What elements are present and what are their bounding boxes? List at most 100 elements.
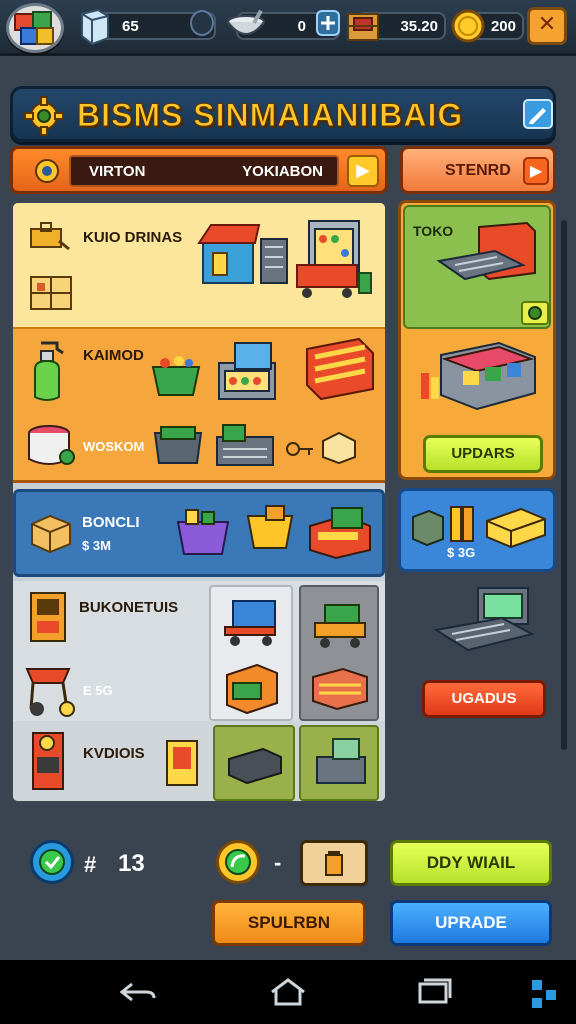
category-kvdiois[interactable]: KVDIOIS	[13, 721, 385, 801]
leaf-icon	[225, 849, 251, 875]
food-tray-icon	[312, 667, 368, 711]
crate-icon	[153, 426, 203, 464]
upgrade-main-button[interactable]: UPRADE	[390, 900, 552, 946]
cart-icon	[246, 505, 294, 549]
vending-machine-icon	[166, 740, 198, 786]
scrollbar[interactable]	[561, 220, 567, 750]
recents-icon[interactable]	[414, 976, 454, 1008]
avatar[interactable]	[6, 3, 64, 53]
buy-button[interactable]: DDY WIAIL	[390, 840, 552, 886]
stand-button[interactable]: STENRD ▶	[400, 146, 556, 194]
add-resource-button[interactable]	[190, 10, 214, 36]
ice-cube-icon	[76, 6, 112, 46]
spulrbn-button[interactable]: SPULRBN	[212, 900, 366, 946]
category-kaimod[interactable]: KAIMOD WOSKOM	[13, 327, 385, 483]
register-machine-icon	[316, 738, 366, 784]
filter-bar[interactable]: VIRTON YOKIABON ▶	[10, 146, 388, 194]
separator-dash: -	[274, 850, 282, 875]
coin-button[interactable]	[216, 840, 260, 884]
vendor-cart-icon	[314, 604, 366, 648]
add-resource-button[interactable]	[316, 10, 340, 36]
back-icon[interactable]	[118, 976, 158, 1008]
resource-value: 35.20	[400, 18, 438, 35]
basket-icon	[151, 356, 201, 396]
chevron-glyph: ▶	[529, 161, 543, 180]
shop-side-card[interactable]: $ 3G	[398, 488, 556, 572]
item-slot[interactable]	[213, 725, 295, 801]
box-icon	[322, 431, 356, 465]
grocery-shop-icon	[421, 341, 536, 411]
upgrade-button[interactable]: UPDARS	[423, 435, 543, 473]
plus-icon	[321, 16, 335, 30]
close-button[interactable]: ✕	[527, 7, 567, 45]
settings-icon[interactable]	[33, 157, 61, 185]
checkout-counter-icon	[436, 221, 536, 281]
chevron-right-icon: ▶	[523, 157, 549, 185]
hand-truck-icon	[224, 600, 276, 646]
shop-side-panel: TOKO UPDARS	[398, 200, 556, 480]
filter-left-text: VIRTON	[89, 163, 146, 180]
fridge-icon	[296, 220, 372, 298]
category-boncli[interactable]: BONCLI $ 3M	[13, 489, 385, 577]
title-banner: BISMS SINMAIANIIBAIG	[10, 86, 556, 142]
category-sub-label: WOSKOM	[83, 439, 145, 454]
jar-icon	[325, 851, 343, 876]
resource-value: 65	[122, 18, 139, 35]
gold-bar-icon	[486, 507, 546, 549]
shelf-stand-icon	[306, 337, 374, 401]
display-cooler-icon	[218, 342, 276, 400]
buy-button-label: DDY WIAIL	[426, 853, 516, 872]
key-icon	[286, 442, 313, 456]
category-label: KUIO DRINAS	[83, 229, 183, 246]
pos-terminal-icon	[433, 587, 535, 652]
shopping-basket-icon	[176, 509, 230, 555]
toolbox-icon	[30, 222, 70, 251]
system-nav-bar	[0, 960, 576, 1024]
count-prefix: #	[84, 852, 97, 877]
pencil-icon	[529, 108, 546, 124]
home-icon[interactable]	[268, 976, 308, 1008]
filter-right-text: YOKIABON	[242, 163, 323, 180]
app-logo-icon	[524, 976, 564, 1008]
blocks-icon	[14, 11, 54, 45]
arcade-cabinet-icon	[32, 732, 64, 790]
category-label: KVDIOIS	[83, 745, 145, 762]
crate-icon	[344, 6, 384, 46]
jar-slot[interactable]	[300, 840, 368, 886]
item-slot[interactable]	[209, 585, 293, 721]
arcade-machine-icon	[30, 592, 66, 642]
red-action-label: UGADUS	[451, 690, 517, 707]
category-label: KAIMOD	[83, 347, 144, 364]
red-action-button[interactable]: UGADUS	[422, 680, 546, 718]
stand-button-label: STENRD	[445, 162, 511, 179]
produce-stand-icon	[309, 507, 371, 560]
upgrade-badge	[521, 301, 549, 325]
category-bukonetuis[interactable]: BUKONETUIS E 5G	[13, 581, 385, 721]
search-field[interactable]: VIRTON YOKIABON	[69, 155, 339, 187]
spray-bottle-icon	[34, 341, 64, 401]
coin-icon	[450, 6, 486, 46]
item-slot[interactable]	[299, 725, 379, 801]
bowl-icon	[226, 6, 270, 46]
edit-button[interactable]	[523, 99, 553, 129]
resource-value: 0	[297, 18, 306, 35]
category-label: BONCLI	[82, 514, 140, 531]
gear-icon[interactable]	[23, 95, 65, 137]
cash-register-icon	[216, 424, 274, 466]
toko-card[interactable]: TOKO	[403, 205, 551, 329]
category-drinks[interactable]: KUIO DRINAS	[13, 203, 385, 327]
shield-icon[interactable]	[30, 840, 74, 884]
stove-icon	[226, 663, 278, 715]
shop-category-panel: KUIO DRINAS KAIMOD WOSKOM BONCLI $ 3M BU…	[10, 200, 388, 804]
chevron-right-icon: ▶	[356, 160, 370, 181]
grill-cart-icon	[25, 668, 75, 717]
resource-value: 200	[490, 18, 516, 35]
shelf-icon	[30, 276, 72, 310]
item-slot[interactable]	[299, 585, 379, 721]
category-label: BUKONETUIS	[79, 599, 179, 616]
paint-bucket-icon	[28, 425, 75, 465]
filter-next-button[interactable]: ▶	[347, 155, 379, 187]
spulrbn-button-label: SPULRBN	[247, 913, 331, 932]
resource-bar: 65 0 35.20 200 ✕	[0, 0, 576, 56]
stacked-boxes-icon	[412, 506, 474, 547]
